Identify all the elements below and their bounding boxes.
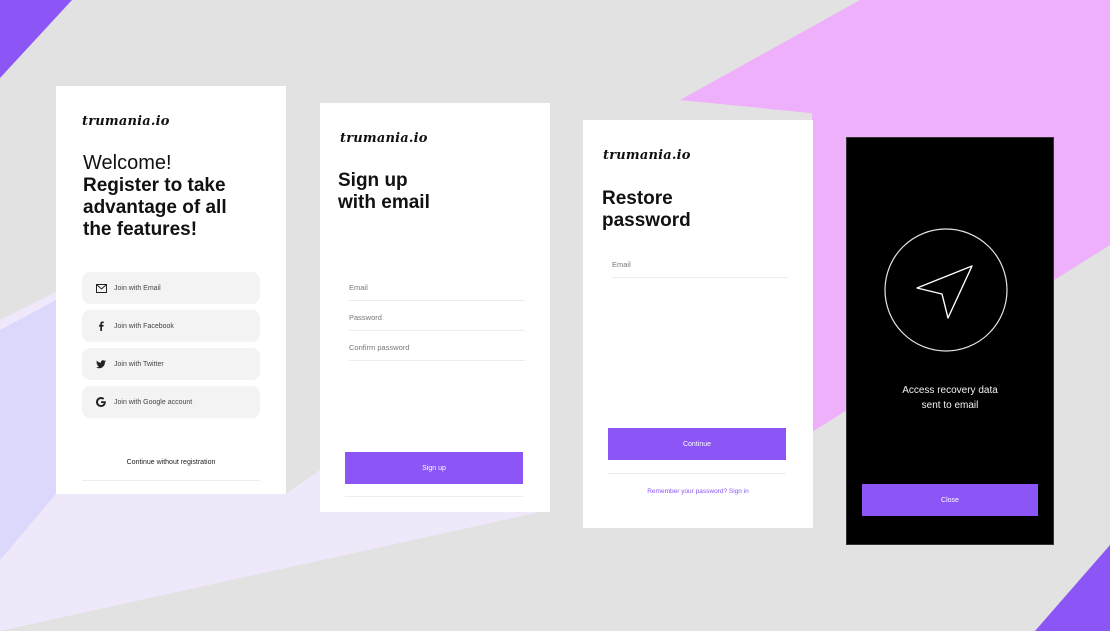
join-facebook-label: Join with Facebook (114, 322, 174, 330)
email-field[interactable]: Email (612, 260, 788, 278)
bg-pink-band-left (680, 0, 860, 118)
headline-line-2: advantage of all (83, 197, 227, 218)
facebook-icon (94, 319, 108, 333)
join-email-label: Join with Email (114, 284, 161, 292)
message-line-2: sent to email (921, 400, 979, 411)
join-facebook-button[interactable]: Join with Facebook (82, 310, 260, 342)
close-button[interactable]: Close (862, 484, 1038, 516)
title-line-2: with email (338, 192, 430, 213)
headline-line-3: the features! (83, 219, 198, 240)
brand-logo: trumania.io (340, 131, 428, 146)
sign-up-button[interactable]: Sign up (345, 452, 523, 484)
join-email-button[interactable]: Join with Email (82, 272, 260, 304)
bg-purple-corner-top (0, 0, 72, 78)
continue-without-registration-link[interactable]: Continue without registration (56, 459, 286, 466)
brand-logo: trumania.io (82, 114, 170, 129)
message-line-1: Access recovery data (902, 385, 998, 396)
google-icon (94, 395, 108, 409)
welcome-text: Welcome! (83, 152, 172, 174)
title-line-2: password (602, 210, 691, 231)
confirm-password-field[interactable]: Confirm password (349, 343, 525, 361)
recovery-sent-card: Access recovery data sent to email Close (846, 137, 1054, 545)
password-field[interactable]: Password (349, 313, 525, 331)
restore-title: Restore password (602, 188, 691, 232)
sign-up-card: trumania.io Sign up with email Email Pas… (320, 103, 550, 512)
join-google-label: Join with Google account (114, 398, 193, 406)
join-google-button[interactable]: Join with Google account (82, 386, 260, 418)
restore-password-card: trumania.io Restore password Email Conti… (583, 120, 813, 528)
card3-divider (608, 473, 786, 474)
bg-lavender-left (0, 300, 56, 560)
recovery-message: Access recovery data sent to email (847, 383, 1053, 413)
headline-line-1: Register to take (83, 175, 226, 196)
card2-divider (345, 496, 523, 497)
brand-logo: trumania.io (603, 148, 691, 163)
send-icon (884, 228, 1008, 352)
welcome-heading: Welcome! Register to take advantage of a… (83, 152, 227, 241)
remember-password-link[interactable]: Remember your password? Sign in (583, 488, 813, 495)
card1-divider (82, 480, 260, 481)
sign-up-title: Sign up with email (338, 170, 430, 214)
welcome-card: trumania.io Welcome! Register to take ad… (56, 86, 286, 494)
twitter-icon (94, 357, 108, 371)
title-line-1: Sign up (338, 170, 408, 191)
mail-icon (94, 281, 108, 295)
continue-button[interactable]: Continue (608, 428, 786, 460)
email-field[interactable]: Email (349, 283, 525, 301)
join-twitter-label: Join with Twitter (114, 360, 164, 368)
title-line-1: Restore (602, 188, 673, 209)
join-twitter-button[interactable]: Join with Twitter (82, 348, 260, 380)
bg-purple-corner-bottom (1035, 545, 1110, 631)
